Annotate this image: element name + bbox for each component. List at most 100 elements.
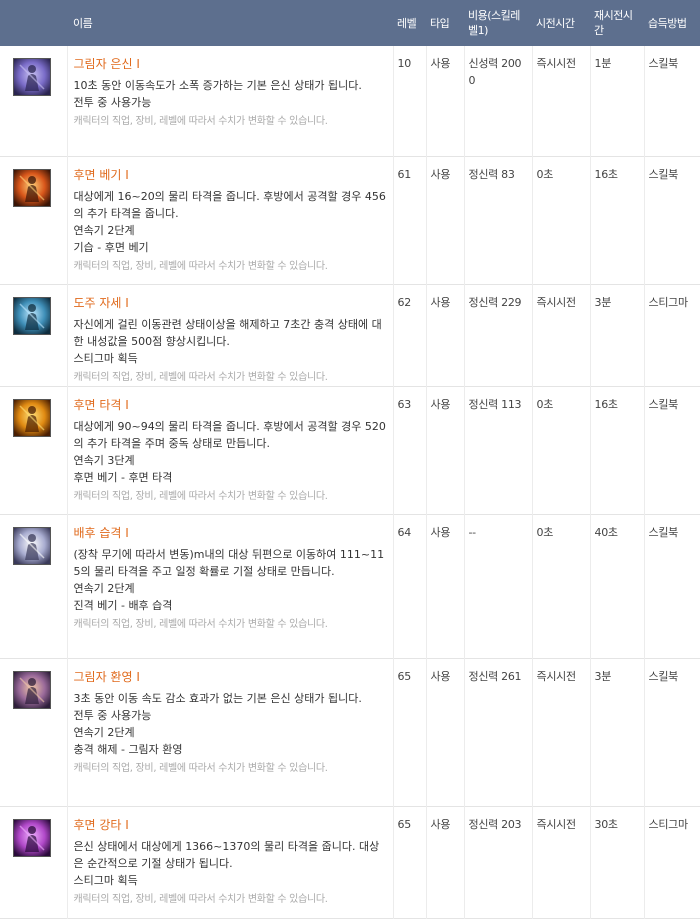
cost-cell: --	[463, 514, 532, 658]
cooldown-cell: 30초	[589, 806, 644, 918]
description-line: 대상에게 16~20의 물리 타격을 줍니다. 후방에서 공격할 경우 456의…	[73, 189, 386, 220]
cast-cell: 즉시시전	[531, 46, 590, 156]
description-line: 연속기 2단계	[73, 581, 135, 595]
description-line: 연속기 3단계	[73, 453, 135, 467]
table-row: 후면 강타 I 은신 상태에서 대상에게 1366~1370의 물리 타격을 줍…	[0, 806, 700, 918]
level-cell: 62	[392, 284, 426, 386]
skill-note: 캐릭터의 직업, 장비, 레벨에 따라서 수치가 변화할 수 있습니다.	[73, 762, 328, 774]
learn-cell: 스킬북	[643, 514, 700, 658]
skill-name-link[interactable]: 그림자 은신 I	[74, 55, 389, 73]
cost-cell: 정신력 203	[463, 806, 532, 918]
cast-cell: 즉시시전	[531, 658, 590, 806]
description-line: 연속기 2단계	[73, 725, 135, 739]
table-row: 그림자 은신 I 10초 동안 이동속도가 소폭 증가하는 기본 은신 상태가 …	[0, 46, 700, 156]
cost-cell: 신성력 2000	[463, 46, 532, 156]
skill-description: 10초 동안 이동속도가 소폭 증가하는 기본 은신 상태가 됩니다. 전투 중 …	[74, 77, 389, 111]
back-strike-icon	[13, 398, 51, 437]
cast-cell: 0초	[531, 386, 590, 514]
table-row: 후면 타격 I 대상에게 90~94의 물리 타격을 줍니다. 후방에서 공격할…	[0, 386, 700, 514]
level-cell: 64	[392, 514, 426, 658]
skill-note: 캐릭터의 직업, 장비, 레벨에 따라서 수치가 변화할 수 있습니다.	[73, 490, 328, 502]
type-cell: 사용	[425, 806, 464, 918]
description-line: 스티그마 획득	[73, 873, 138, 887]
back-slash-icon	[13, 168, 51, 207]
learn-cell: 스킬북	[643, 386, 700, 514]
description-line: 후면 베기 - 후면 타격	[73, 470, 173, 484]
icon-cell	[0, 658, 67, 806]
shadow-illusion-icon	[13, 670, 51, 709]
learn-cell: 스티그마	[643, 284, 700, 386]
header-cooldown: 재시전시간	[594, 9, 633, 37]
header-cast: 시전시간	[536, 16, 575, 30]
cooldown-cell: 40초	[589, 514, 644, 658]
cast-cell: 0초	[531, 156, 590, 284]
description-line: 전투 중 사용가능	[73, 96, 152, 109]
rear-heavy-strike-icon	[13, 818, 51, 857]
name-cell: 그림자 은신 I 10초 동안 이동속도가 소폭 증가하는 기본 은신 상태가 …	[66, 46, 393, 156]
cost-cell: 정신력 113	[463, 386, 532, 514]
header-icon	[0, 0, 67, 46]
learn-cell: 스킬북	[643, 658, 700, 806]
skill-note: 캐릭터의 직업, 장비, 레벨에 따라서 수치가 변화할 수 있습니다.	[73, 893, 328, 905]
skill-name-link[interactable]: 후면 타격 I	[74, 396, 389, 414]
name-cell: 후면 베기 I 대상에게 16~20의 물리 타격을 줍니다. 후방에서 공격할…	[66, 156, 393, 284]
cast-cell: 즉시시전	[531, 806, 590, 918]
cooldown-cell: 16초	[589, 386, 644, 514]
cooldown-cell: 3분	[589, 658, 644, 806]
description-line: 기습 - 후면 베기	[73, 240, 149, 254]
thief-stance-icon	[13, 296, 51, 335]
table-header-row: 이름 레벨 타입 비용(스킬레벨1) 시전시간 재시전시간 습득방법	[0, 0, 700, 46]
icon-cell	[0, 386, 67, 514]
skill-name-link[interactable]: 후면 강타 I	[74, 816, 389, 834]
cost-cell: 정신력 261	[463, 658, 532, 806]
skill-name-link[interactable]: 그림자 환영 I	[74, 668, 389, 686]
skill-name-link[interactable]: 배후 습격 I	[74, 524, 389, 542]
skill-description: 3초 동안 이동 속도 감소 효과가 없는 기본 은신 상태가 됩니다. 전투 중…	[74, 690, 389, 758]
learn-cell: 스킬북	[643, 46, 700, 156]
description-line: 10초 동안 이동속도가 소폭 증가하는 기본 은신 상태가 됩니다.	[73, 79, 362, 92]
name-cell: 도주 자세 I 자신에게 걸린 이동관련 상태이상을 해제하고 7초간 충격 상…	[66, 284, 393, 386]
header-type: 타입	[430, 16, 450, 30]
description-line: 진격 베기 - 배후 습격	[73, 598, 173, 612]
skill-note: 캐릭터의 직업, 장비, 레벨에 따라서 수치가 변화할 수 있습니다.	[73, 371, 328, 383]
level-cell: 63	[392, 386, 426, 514]
type-cell: 사용	[425, 46, 464, 156]
description-line: 스티그마 획득	[73, 351, 138, 365]
cost-cell: 정신력 83	[463, 156, 532, 284]
skill-description: 대상에게 16~20의 물리 타격을 줍니다. 후방에서 공격할 경우 456의…	[74, 188, 389, 256]
header-level: 레벨	[397, 16, 417, 30]
icon-cell	[0, 46, 67, 156]
table-row: 후면 베기 I 대상에게 16~20의 물리 타격을 줍니다. 후방에서 공격할…	[0, 156, 700, 284]
description-line: 대상에게 90~94의 물리 타격을 줍니다. 후방에서 공격할 경우 520의…	[73, 419, 386, 450]
ambush-blade-icon	[13, 526, 51, 565]
type-cell: 사용	[425, 514, 464, 658]
cast-cell: 즉시시전	[531, 284, 590, 386]
skill-name-link[interactable]: 후면 베기 I	[74, 166, 389, 184]
table-row: 도주 자세 I 자신에게 걸린 이동관련 상태이상을 해제하고 7초간 충격 상…	[0, 284, 700, 386]
learn-cell: 스티그마	[643, 806, 700, 918]
icon-cell	[0, 156, 67, 284]
name-cell: 후면 강타 I 은신 상태에서 대상에게 1366~1370의 물리 타격을 줍…	[66, 806, 393, 918]
type-cell: 사용	[425, 386, 464, 514]
icon-cell	[0, 806, 67, 918]
skill-name-link[interactable]: 도주 자세 I	[74, 294, 389, 312]
table-row: 배후 습격 I (장착 무기에 따라서 변동)m내의 대상 뒤편으로 이동하여 …	[0, 514, 700, 658]
cost-cell: 정신력 229	[463, 284, 532, 386]
skill-description: 대상에게 90~94의 물리 타격을 줍니다. 후방에서 공격할 경우 520의…	[74, 418, 389, 486]
skill-description: (장착 무기에 따라서 변동)m내의 대상 뒤편으로 이동하여 111~115의…	[74, 546, 389, 614]
cast-cell: 0초	[531, 514, 590, 658]
type-cell: 사용	[425, 156, 464, 284]
learn-cell: 스킬북	[643, 156, 700, 284]
description-line: 3초 동안 이동 속도 감소 효과가 없는 기본 은신 상태가 됩니다.	[73, 691, 362, 705]
description-line: 충격 해제 - 그림자 환영	[73, 742, 183, 756]
icon-cell	[0, 284, 67, 386]
cooldown-cell: 1분	[589, 46, 644, 156]
skill-note: 캐릭터의 직업, 장비, 레벨에 따라서 수치가 변화할 수 있습니다.	[73, 260, 328, 272]
stealth-figure-icon	[13, 58, 51, 96]
name-cell: 배후 습격 I (장착 무기에 따라서 변동)m내의 대상 뒤편으로 이동하여 …	[66, 514, 393, 658]
type-cell: 사용	[425, 284, 464, 386]
icon-cell	[0, 514, 67, 658]
header-name: 이름	[73, 16, 93, 30]
cooldown-cell: 3분	[589, 284, 644, 386]
description-line: (장착 무기에 따라서 변동)m내의 대상 뒤편으로 이동하여 111~115의…	[73, 547, 385, 578]
